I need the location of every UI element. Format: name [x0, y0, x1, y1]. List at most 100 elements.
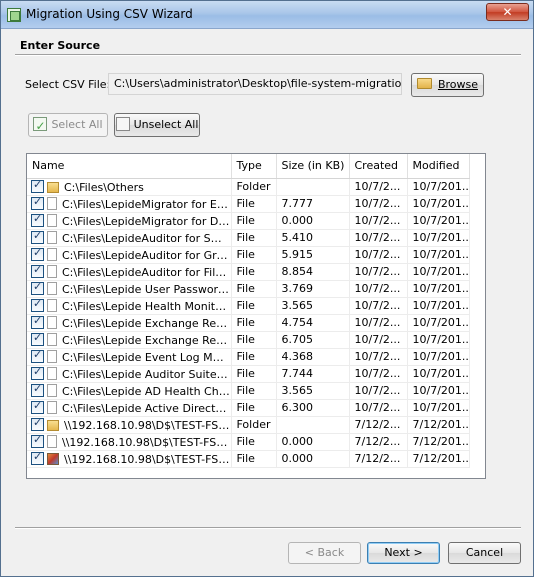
csv-path-field[interactable]: C:\Users\administrator\Desktop\file-syst…: [108, 73, 402, 95]
row-checkbox[interactable]: [31, 433, 44, 448]
file-name: C:\Files\Lepide Exchange Repo...: [62, 316, 230, 330]
select-all-icon: [33, 115, 48, 137]
row-checkbox[interactable]: [31, 416, 44, 431]
table-row[interactable]: C:\Files\Others Folder 10/7/2...10/7/201..…: [27, 178, 470, 196]
row-checkbox[interactable]: [31, 297, 44, 312]
folder-icon: [47, 181, 59, 193]
table-row[interactable]: C:\Files\Lepide Auditor Suite.txtFile7.7…: [27, 365, 470, 383]
cell-type: File: [231, 280, 277, 298]
table-row[interactable]: C:\Files\Lepide User Password ...File3.7…: [27, 280, 470, 298]
cell-modified: 10/7/201...: [407, 229, 470, 247]
file-icon: [47, 213, 57, 227]
row-checkbox[interactable]: [31, 314, 44, 329]
select-all-button[interactable]: Select All: [28, 113, 108, 137]
file-icon: [47, 315, 57, 329]
back-button[interactable]: < Back: [288, 542, 361, 564]
cell-modified: 10/7/201...: [407, 314, 470, 332]
column-header-created[interactable]: Created: [349, 154, 408, 179]
row-checkbox[interactable]: [31, 382, 44, 397]
file-icon: [47, 434, 57, 448]
cell-type: File: [231, 297, 277, 315]
cell-size: [276, 416, 350, 434]
row-checkbox[interactable]: [31, 280, 44, 295]
cell-size: 8.854: [276, 263, 350, 281]
row-checkbox[interactable]: [31, 399, 44, 414]
cell-created: 10/7/2...: [349, 297, 408, 315]
row-checkbox[interactable]: [31, 348, 44, 363]
column-header-modified[interactable]: Modified: [407, 154, 470, 179]
table-row[interactable]: C:\Files\Lepide Active Directory...File6…: [27, 399, 470, 417]
file-icon: [47, 247, 57, 261]
cell-type: File: [231, 195, 277, 213]
column-header-size[interactable]: Size (in KB): [276, 154, 350, 179]
cancel-button[interactable]: Cancel: [448, 542, 521, 564]
close-button[interactable]: ✕: [486, 3, 529, 21]
table-row[interactable]: C:\Files\LepideAuditor for SQL ...File5.…: [27, 229, 470, 247]
cell-type: File: [231, 212, 277, 230]
table-row[interactable]: \\192.168.10.98\D$\TEST-FSA...File0.0007…: [27, 433, 470, 451]
image-icon: [47, 452, 59, 465]
cell-modified: 10/7/201...: [407, 382, 470, 400]
cell-name: C:\Files\Lepide Event Log Mana...: [27, 348, 232, 366]
browse-button[interactable]: Browse: [411, 73, 484, 97]
cell-name: C:\Files\Lepide User Password ...: [27, 280, 232, 298]
file-name: C:\Files\Lepide Health Monitori...: [62, 299, 230, 313]
cell-created: 10/7/2...: [349, 365, 408, 383]
column-header-name[interactable]: Name: [27, 154, 232, 179]
cell-created: 10/7/2...: [349, 348, 408, 366]
app-icon: [7, 8, 21, 22]
file-name: C:\Files\Lepide User Password ...: [62, 282, 230, 296]
select-all-label: Select All: [51, 118, 103, 131]
file-name: C:\Files\LepideAuditor for SQL ...: [62, 231, 230, 245]
file-name: C:\Files\LepideMigrator for Exc...: [62, 197, 230, 211]
cell-created: 10/7/2...: [349, 399, 408, 417]
row-checkbox[interactable]: [31, 263, 44, 278]
row-checkbox[interactable]: [31, 246, 44, 261]
table-row[interactable]: \\192.168.10.98\D$\TEST-FSA...File0.0007…: [27, 450, 470, 468]
table-row[interactable]: C:\Files\LepideMigrator for Doc...File0.…: [27, 212, 470, 230]
table-row[interactable]: C:\Files\Lepide Exchange Repo...File4.75…: [27, 314, 470, 332]
row-checkbox[interactable]: [31, 212, 44, 227]
file-name: C:\Files\Others: [64, 180, 144, 194]
table-row[interactable]: \\192.168.10.98\D$\TEST-FSA...Folder 7/12…: [27, 416, 470, 434]
browse-label: Browse: [437, 78, 479, 91]
cell-type: File: [231, 331, 277, 349]
cell-size: 0.000: [276, 212, 350, 230]
cell-type: File: [231, 263, 277, 281]
row-checkbox[interactable]: [31, 229, 44, 244]
table-row[interactable]: C:\Files\Lepide Health Monitori...File3.…: [27, 297, 470, 315]
cell-type: Folder: [231, 178, 277, 196]
cell-size: 5.915: [276, 246, 350, 264]
file-icon: [47, 196, 57, 210]
cell-modified: 10/7/201...: [407, 348, 470, 366]
table-row[interactable]: C:\Files\Lepide Exchange Reco...File6.70…: [27, 331, 470, 349]
cell-modified: 7/12/201...: [407, 433, 470, 451]
row-checkbox[interactable]: [31, 195, 44, 210]
file-icon: [47, 264, 57, 278]
row-checkbox[interactable]: [31, 365, 44, 380]
cell-modified: 10/7/201...: [407, 280, 470, 298]
cell-modified: 10/7/201...: [407, 212, 470, 230]
cell-name: C:\Files\LepideAuditor for File S...: [27, 263, 232, 281]
wizard-window: Migration Using CSV Wizard ✕ Enter Sourc…: [0, 0, 534, 577]
column-header-type[interactable]: Type: [231, 154, 277, 179]
row-checkbox[interactable]: [31, 331, 44, 346]
table-row[interactable]: C:\Files\LepideMigrator for Exc...File7.…: [27, 195, 470, 213]
next-button[interactable]: Next >: [367, 542, 440, 564]
cell-name: \\192.168.10.98\D$\TEST-FSA...: [27, 433, 232, 451]
cell-modified: 7/12/201...: [407, 450, 470, 468]
cell-size: 3.565: [276, 382, 350, 400]
cell-type: File: [231, 365, 277, 383]
table-row[interactable]: C:\Files\Lepide Event Log Mana...File4.3…: [27, 348, 470, 366]
cell-size: 3.565: [276, 297, 350, 315]
row-checkbox[interactable]: [31, 178, 44, 193]
cell-created: 10/7/2...: [349, 331, 408, 349]
row-checkbox[interactable]: [31, 450, 44, 465]
table-row[interactable]: C:\Files\Lepide AD Health Chec...File3.5…: [27, 382, 470, 400]
table-row[interactable]: C:\Files\LepideAuditor for File S...File…: [27, 263, 470, 281]
table-row[interactable]: C:\Files\LepideAuditor for Grou...File5.…: [27, 246, 470, 264]
unselect-all-button[interactable]: Unselect All: [114, 113, 200, 137]
file-list-grid[interactable]: Name Type Size (in KB) Created Modified …: [26, 153, 486, 479]
file-icon: [47, 366, 57, 380]
file-icon: [47, 230, 57, 244]
